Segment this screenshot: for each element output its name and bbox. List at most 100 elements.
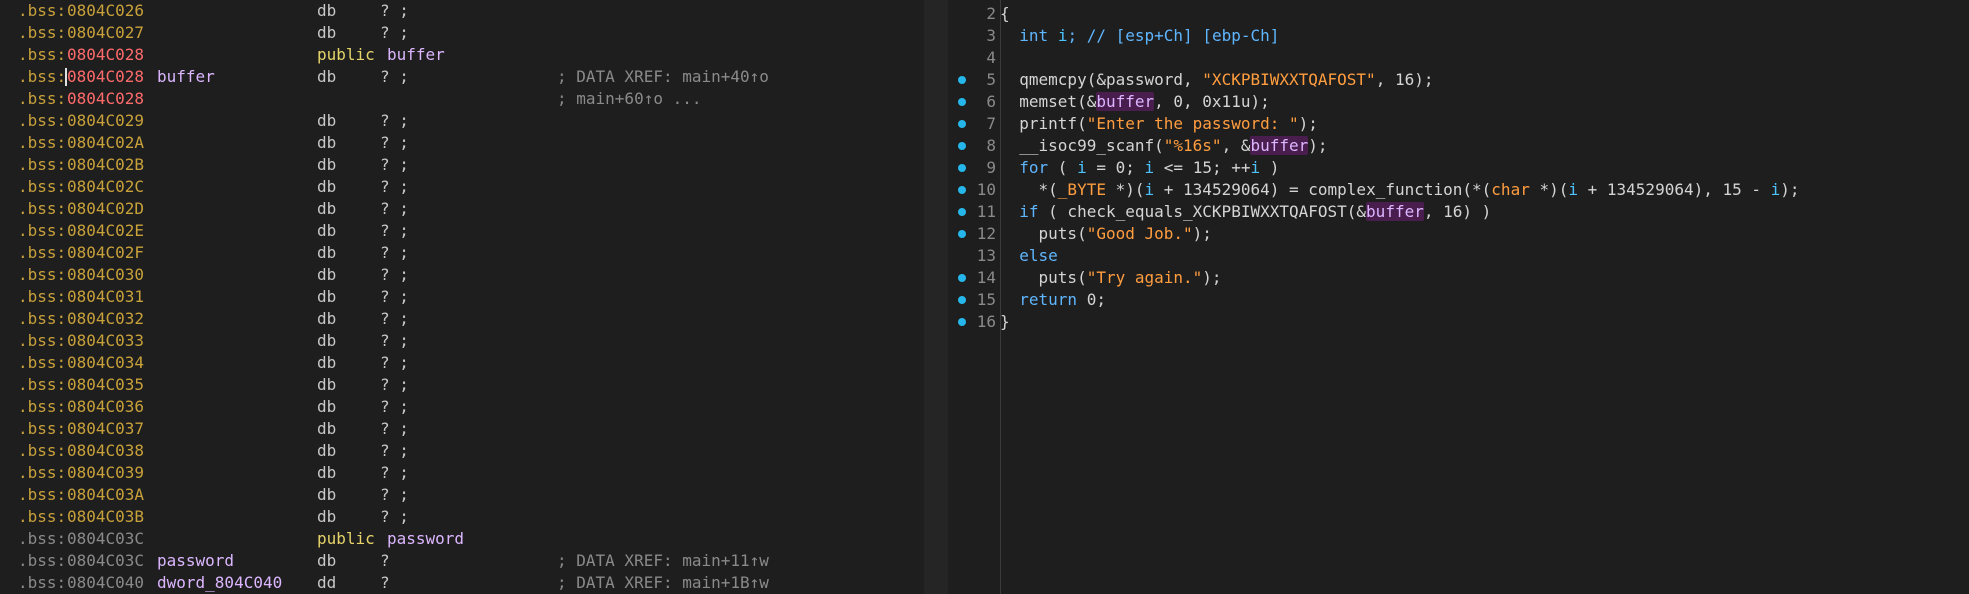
disasm-line[interactable]: .bss: 0804C02A db ? ;	[0, 132, 924, 154]
mnemonic: public	[317, 45, 375, 64]
code-token: *)(	[1105, 180, 1145, 199]
mnemonic: db	[317, 441, 337, 460]
pseudocode-line[interactable]: 9 for ( i = 0; i <= 15; ++i )	[948, 157, 1969, 179]
segment-name: .bss:	[18, 133, 67, 152]
disasm-line[interactable]: .bss: 0804C033 db ? ;	[0, 330, 924, 352]
symbol-label[interactable]: password	[157, 550, 234, 572]
highlighted-identifier[interactable]: buffer	[1366, 202, 1424, 221]
address: 0804C028	[67, 89, 145, 108]
mnemonic: db	[317, 67, 337, 86]
pseudocode-line[interactable]: 15 return 0;	[948, 289, 1969, 311]
disasm-line[interactable]: .bss: 0804C037 db ? ;	[0, 418, 924, 440]
pseudocode-line[interactable]: 3 int i; // [esp+Ch] [ebp-Ch]	[948, 25, 1969, 47]
code-token[interactable]: i	[1058, 26, 1068, 45]
disasm-line[interactable]: .bss: 0804C02D db ? ;	[0, 198, 924, 220]
disasm-line[interactable]: .bss: 0804C02C db ? ;	[0, 176, 924, 198]
disasm-line[interactable]: .bss: 0804C030 db ? ;	[0, 264, 924, 286]
code-token: else	[1019, 246, 1058, 265]
disasm-line[interactable]: .bss: 0804C029 db ? ;	[0, 110, 924, 132]
disasm-line[interactable]: .bss: 0804C03C password db? ; DATA XREF: mai…	[0, 550, 924, 572]
highlighted-identifier[interactable]: buffer	[1096, 92, 1155, 111]
disasm-line[interactable]: .bss: 0804C027 db ? ;	[0, 22, 924, 44]
code-token[interactable]: i	[1250, 158, 1260, 177]
mnemonic: db	[317, 419, 337, 438]
pseudocode-line[interactable]: 11 if ( check_equals_XCKPBIWXXTQAFOST(&b…	[948, 201, 1969, 223]
pseudocode-line[interactable]: 8 __isoc99_scanf("%16s", &buffer);	[948, 135, 1969, 157]
address: 0804C030	[67, 265, 145, 284]
disasm-line[interactable]: .bss: 0804C028 buffer db ? ; ; DATA XREF: mai…	[0, 66, 924, 88]
disasm-line[interactable]: .bss: 0804C031 db ? ;	[0, 286, 924, 308]
code-token[interactable]: i	[1145, 158, 1155, 177]
code-text: for ( i = 0; i <= 15; ++i )	[1000, 157, 1279, 179]
mnemonic: db	[317, 331, 337, 350]
code-token: = 0;	[1086, 158, 1145, 177]
disasm-line[interactable]: .bss: 0804C03A db ? ;	[0, 484, 924, 506]
mnemonic: db	[317, 133, 337, 152]
pseudocode-line[interactable]: 4	[948, 47, 1969, 69]
mnemonic: db	[317, 485, 337, 504]
line-number: 10	[976, 180, 996, 199]
code-token: "XCKPBIWXXTQAFOST"	[1202, 70, 1376, 89]
pseudocode-line[interactable]: 10 *(_BYTE *)(i + 134529064) = complex_f…	[948, 179, 1969, 201]
symbol-label[interactable]: dword_804C040	[157, 572, 282, 594]
highlighted-identifier[interactable]: buffer	[1250, 136, 1309, 155]
address: 0804C035	[67, 375, 145, 394]
disasm-line[interactable]: .bss: 0804C02B db ? ;	[0, 154, 924, 176]
pseudocode-line[interactable]: 12 puts("Good Job.");	[948, 223, 1969, 245]
address: 0804C03C	[67, 529, 145, 548]
mnemonic: db	[317, 23, 337, 42]
disasm-line[interactable]: .bss: 0804C034 db ? ;	[0, 352, 924, 374]
text-cursor	[65, 68, 67, 86]
disasm-line[interactable]: .bss: 0804C03C public password	[0, 528, 924, 550]
pseudocode-line[interactable]: 16}	[948, 311, 1969, 333]
pseudocode-line[interactable]: 13 else	[948, 245, 1969, 267]
operand[interactable]: buffer	[387, 44, 445, 66]
disasm-line[interactable]: .bss: 0804C03B db ? ;	[0, 506, 924, 528]
line-number: 3	[986, 26, 996, 45]
disasm-line[interactable]: .bss: 0804C028 public buffer	[0, 44, 924, 66]
disasm-line[interactable]: .bss: 0804C039 db ? ;	[0, 462, 924, 484]
code-token: int	[1019, 26, 1049, 45]
code-token[interactable]: i	[1568, 180, 1578, 199]
code-token: _BYTE	[1057, 180, 1106, 199]
disasm-line[interactable]: .bss: 0804C02E db ? ;	[0, 220, 924, 242]
disasm-line[interactable]: .bss: 0804C028 ; main+60↑o ...	[0, 88, 924, 110]
code-token: memset(&	[1000, 92, 1097, 111]
pseudocode-line[interactable]: 6 memset(&buffer, 0, 0x11u);	[948, 91, 1969, 113]
mnemonic: db	[317, 507, 337, 526]
ida-disassembly-view[interactable]: .bss: 0804C026 db? ; .bss: 0804C027 db? ; .bss…	[0, 0, 924, 594]
pseudocode-line[interactable]: 5 qmemcpy(&password, "XCKPBIWXXTQAFOST",…	[948, 69, 1969, 91]
operand: ? ;	[380, 309, 409, 328]
symbol-label[interactable]: buffer	[157, 66, 215, 88]
xref-comment: ; DATA XREF: main+1B↑w	[557, 573, 769, 592]
pseudocode-line[interactable]: 7 printf("Enter the password: ");	[948, 113, 1969, 135]
disasm-line[interactable]: .bss: 0804C02F db ? ;	[0, 242, 924, 264]
operand: ? ;	[380, 23, 409, 42]
operand: ? ;	[380, 331, 409, 350]
segment-name: .bss:	[18, 287, 67, 306]
operand: ? ;	[380, 419, 409, 438]
disasm-line[interactable]: .bss: 0804C038 db ? ;	[0, 440, 924, 462]
disasm-line[interactable]: .bss: 0804C036 db ? ;	[0, 396, 924, 418]
code-text: }	[1000, 311, 1010, 333]
operand[interactable]: password	[387, 528, 464, 550]
code-token: *)(	[1529, 180, 1569, 199]
disasm-line[interactable]: .bss: 0804C026 db ? ;	[0, 0, 924, 22]
disasm-line[interactable]: .bss: 0804C040 dword_804C040 dd? ; DATA XREF…	[0, 572, 924, 594]
code-token[interactable]: i	[1077, 158, 1087, 177]
code-token[interactable]: i	[1145, 180, 1155, 199]
code-text: puts("Good Job.");	[1000, 223, 1212, 245]
pseudocode-view[interactable]: 2{3 int i; // [esp+Ch] [ebp-Ch] 4 5 qmemcp…	[948, 0, 1969, 594]
pseudocode-line[interactable]: 14 puts("Try again.");	[948, 267, 1969, 289]
code-token[interactable]: i	[1771, 180, 1781, 199]
operand: ? ;	[380, 177, 409, 196]
pseudocode-line[interactable]: 2{	[948, 3, 1969, 25]
segment-name: .bss:	[18, 1, 67, 20]
pane-splitter[interactable]	[924, 0, 948, 594]
disasm-line[interactable]: .bss: 0804C032 db ? ;	[0, 308, 924, 330]
disasm-line[interactable]: .bss: 0804C035 db ? ;	[0, 374, 924, 396]
